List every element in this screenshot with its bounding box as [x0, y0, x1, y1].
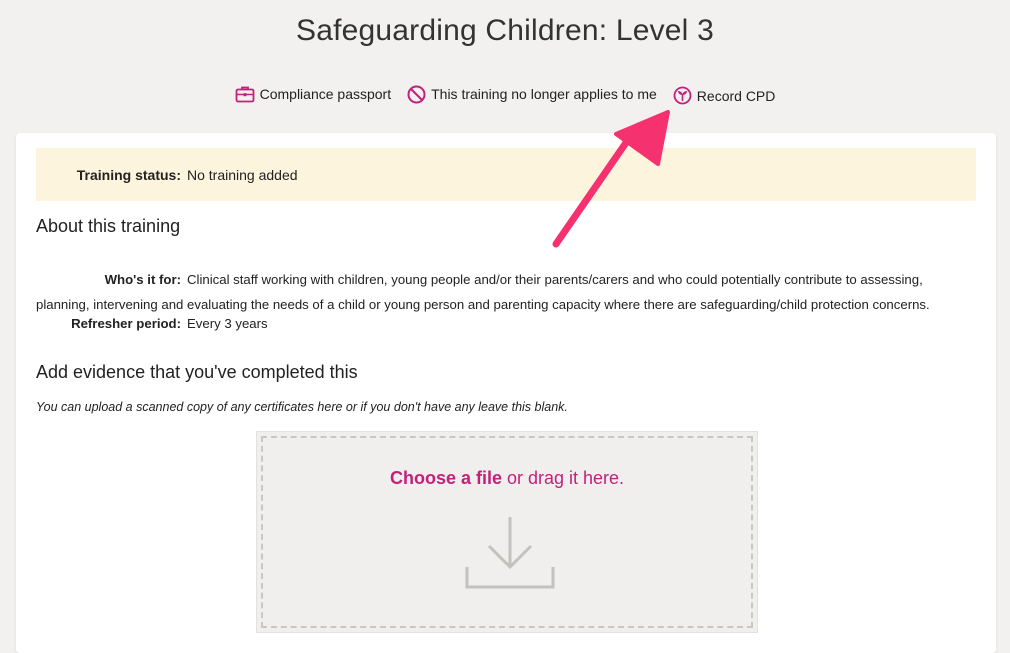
refresher-period: Refresher period: Every 3 years	[36, 316, 268, 331]
file-dropzone[interactable]: Choose a file or drag it here.	[256, 431, 758, 633]
refresher-value: Every 3 years	[187, 316, 268, 331]
compliance-passport-link[interactable]: Compliance passport	[235, 83, 392, 105]
training-status-value: No training added	[187, 166, 298, 183]
about-heading: About this training	[36, 216, 181, 236]
training-status-banner: Training status: No training added	[36, 148, 976, 201]
evidence-heading: Add evidence that you've completed this	[36, 362, 358, 382]
briefcase-icon	[235, 85, 255, 103]
who-its-for: Who's it for: Clinical staff working with…	[36, 267, 971, 317]
not-applicable-link[interactable]: This training no longer applies to me	[407, 83, 657, 105]
evidence-hint: You can upload a scanned copy of any cer…	[36, 400, 568, 414]
training-card: Training status: No training added About…	[16, 133, 996, 653]
dropzone-border: Choose a file or drag it here.	[261, 436, 753, 628]
who-label: Who's it for:	[104, 272, 181, 287]
choose-file-link[interactable]: Choose a file	[390, 468, 502, 488]
not-applicable-label: This training no longer applies to me	[431, 86, 657, 102]
prohibited-icon	[407, 85, 426, 104]
sprout-icon	[673, 86, 692, 105]
action-bar: Compliance passport This training no lon…	[0, 83, 1010, 105]
page-title: Safeguarding Children: Level 3	[296, 14, 714, 47]
record-cpd-link[interactable]: Record CPD	[673, 86, 776, 105]
refresher-label: Refresher period:	[71, 316, 181, 331]
record-cpd-label: Record CPD	[696, 87, 776, 104]
drag-hint: or drag it here.	[501, 468, 625, 488]
compliance-passport-label: Compliance passport	[259, 86, 392, 102]
dropzone-text: Choose a file or drag it here.	[263, 468, 751, 489]
download-icon	[464, 513, 556, 598]
training-status-label: Training status:	[76, 166, 181, 183]
